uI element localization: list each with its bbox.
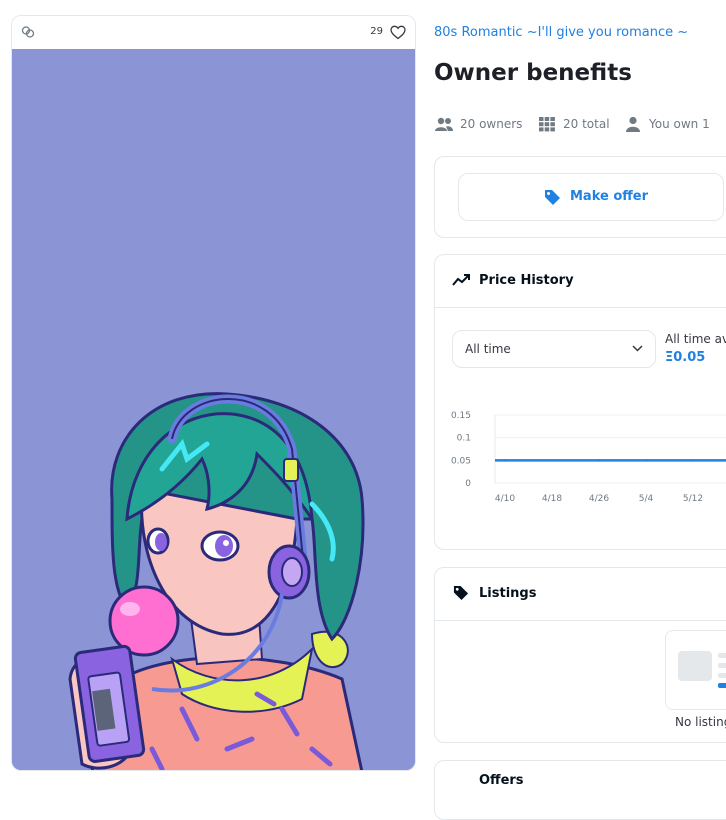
average-price-value: Ξ0.05 bbox=[665, 350, 706, 365]
page-title: Owner benefits bbox=[434, 60, 632, 86]
period-select[interactable]: All time bbox=[452, 330, 656, 368]
listings-panel: Listings No listing bbox=[434, 567, 726, 743]
trade-panel: Make offer bbox=[434, 156, 726, 238]
person-icon bbox=[626, 116, 640, 132]
chain-link-icon[interactable] bbox=[21, 25, 35, 39]
y-tick-label: 0.1 bbox=[457, 434, 471, 444]
offers-title: Offers bbox=[479, 773, 524, 788]
price-point bbox=[550, 459, 554, 462]
artwork-illustration bbox=[12, 49, 415, 770]
asset-card: 29 bbox=[11, 15, 416, 771]
y-tick-label: 0 bbox=[465, 479, 471, 489]
price-point bbox=[644, 459, 648, 462]
make-offer-button[interactable]: Make offer bbox=[458, 173, 724, 221]
period-select-value: All time bbox=[465, 342, 511, 356]
owners-count: 20 owners bbox=[460, 117, 523, 131]
price-history-panel: Price History All time All time av Ξ0.05… bbox=[434, 254, 726, 550]
average-price-label: All time av bbox=[665, 332, 726, 346]
people-icon bbox=[435, 117, 453, 131]
tag-icon bbox=[545, 190, 560, 205]
make-offer-label: Make offer bbox=[570, 189, 649, 204]
chevron-down-icon bbox=[632, 345, 643, 352]
trending-icon bbox=[452, 274, 470, 286]
x-tick-label: 5/4 bbox=[639, 494, 654, 504]
price-point bbox=[597, 459, 601, 462]
nft-artwork[interactable] bbox=[12, 49, 415, 770]
price-history-chart: 0.15 0.1 0.05 0 4/10 4/18 4/26 5/4 5/12 bbox=[451, 411, 726, 504]
price-point bbox=[503, 459, 507, 462]
y-tick-label: 0.15 bbox=[451, 411, 471, 421]
grid-icon bbox=[539, 117, 555, 132]
y-tick-label: 0.05 bbox=[451, 456, 471, 466]
price-history-header[interactable]: Price History bbox=[435, 255, 726, 308]
price-history-title: Price History bbox=[479, 273, 574, 288]
x-tick-label: 4/10 bbox=[495, 494, 515, 504]
heart-icon[interactable] bbox=[390, 25, 406, 40]
you-own-count: You own 1 bbox=[649, 117, 710, 131]
listings-header[interactable]: Listings bbox=[435, 568, 726, 621]
asset-card-header: 29 bbox=[12, 16, 415, 50]
x-tick-label: 4/26 bbox=[589, 494, 609, 504]
likes-count: 29 bbox=[370, 26, 383, 37]
offers-panel[interactable]: Offers bbox=[434, 760, 726, 820]
x-tick-label: 5/12 bbox=[683, 494, 703, 504]
price-point bbox=[691, 459, 695, 462]
total-count: 20 total bbox=[563, 117, 610, 131]
no-listings-text: No listing bbox=[675, 715, 726, 729]
tag-icon bbox=[453, 585, 469, 601]
collection-link[interactable]: 80s Romantic ~I'll give you romance ~ bbox=[434, 25, 688, 40]
x-tick-label: 4/18 bbox=[542, 494, 562, 504]
listings-title: Listings bbox=[479, 586, 537, 601]
empty-state-illustration bbox=[665, 630, 726, 710]
